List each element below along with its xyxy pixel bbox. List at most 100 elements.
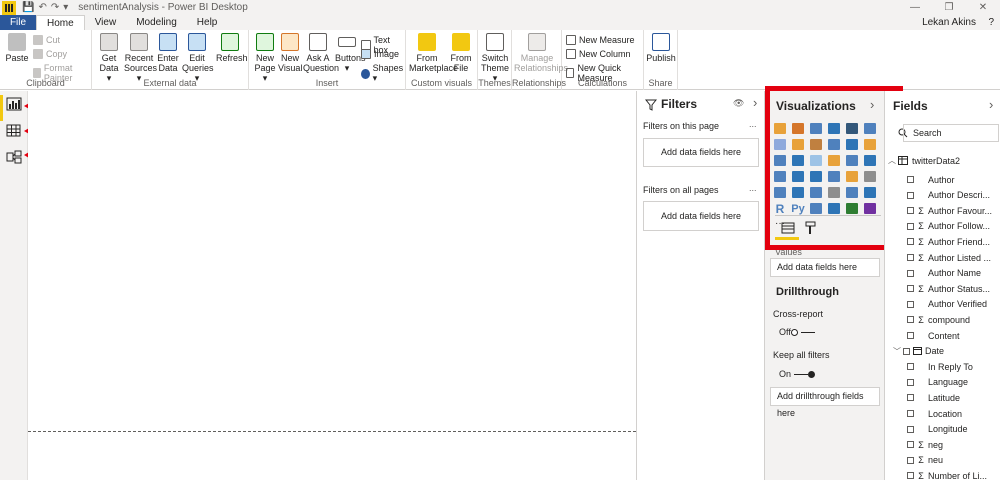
minimize-icon[interactable]: —	[898, 0, 932, 15]
field-item[interactable]: Σ Number of Li...	[907, 468, 987, 480]
field-item[interactable]: Σneg	[907, 437, 943, 452]
field-checkbox[interactable]	[907, 191, 914, 199]
field-checkbox[interactable]	[907, 316, 914, 324]
tab-modeling[interactable]: Modeling	[126, 15, 187, 30]
field-item[interactable]: Σ Author Status...	[907, 281, 990, 296]
field-checkbox[interactable]	[907, 238, 914, 246]
field-checkbox[interactable]	[907, 269, 914, 277]
values-drop-zone[interactable]: Add data fields here	[770, 258, 880, 277]
field-item[interactable]: Author Descri...	[907, 188, 990, 203]
keep-filters-toggle[interactable]: On	[779, 369, 816, 379]
field-checkbox[interactable]	[907, 410, 914, 417]
field-item[interactable]: Σ Author Favour...	[907, 203, 992, 218]
collapse-fields-icon[interactable]: ›	[989, 97, 993, 112]
tab-home[interactable]: Home	[36, 15, 85, 30]
more-options-icon[interactable]: ...	[749, 183, 757, 193]
field-item[interactable]: Σ Author Listed ...	[907, 250, 991, 265]
field-item[interactable]: ﹀ Date	[893, 344, 944, 359]
image-button[interactable]: Image	[361, 49, 399, 59]
data-view-icon[interactable]	[6, 124, 22, 138]
cross-report-label: Cross-report	[773, 309, 824, 319]
paste-button[interactable]: Paste	[5, 33, 29, 63]
field-checkbox[interactable]	[907, 363, 914, 371]
from-marketplace-button[interactable]: From Marketplace	[409, 33, 458, 73]
from-file-button[interactable]: From File	[448, 33, 474, 73]
new-page-button[interactable]: New Page ▾	[253, 33, 277, 83]
field-item[interactable]: Author Name	[907, 266, 981, 281]
new-visual-button[interactable]: New Visual	[278, 33, 302, 73]
field-checkbox[interactable]	[907, 222, 914, 230]
quick-access-more-icon[interactable]: ▾	[63, 2, 68, 13]
ask-question-button[interactable]: Ask A Question	[303, 33, 339, 73]
field-checkbox[interactable]	[907, 285, 914, 293]
drillthrough-heading: Drillthrough	[776, 286, 839, 298]
all-pages-filters-drop-zone[interactable]: Add data fields here	[643, 201, 759, 231]
edit-queries-button[interactable]: Edit Queries ▾	[182, 33, 214, 83]
field-item[interactable]: Σcompound	[907, 312, 970, 327]
report-view-icon[interactable]	[6, 97, 22, 111]
buttons-button[interactable]: Buttons ▾	[335, 33, 366, 73]
page-filters-drop-zone[interactable]: Add data fields here	[643, 138, 759, 167]
refresh-button[interactable]: Refresh	[216, 33, 248, 63]
field-item[interactable]: Author Verified	[907, 297, 987, 312]
field-checkbox[interactable]	[907, 441, 914, 449]
field-checkbox[interactable]	[903, 347, 910, 355]
field-item[interactable]: Language	[907, 375, 968, 390]
share-group: Publish Share	[644, 30, 678, 90]
switch-theme-button[interactable]: Switch Theme ▾	[480, 33, 510, 83]
fields-search-input[interactable]: Search	[903, 124, 999, 142]
field-checkbox[interactable]	[907, 394, 914, 402]
field-checkbox[interactable]	[907, 254, 914, 261]
recent-sources-button[interactable]: Recent Sources ▾	[124, 33, 157, 83]
field-item[interactable]: Σneu	[907, 453, 943, 468]
redo-icon[interactable]: ↷	[51, 2, 59, 13]
publish-button[interactable]: Publish	[646, 33, 676, 63]
field-name: Author Descri...	[928, 190, 991, 201]
report-canvas[interactable]	[28, 91, 636, 480]
user-name[interactable]: Lekan Akins	[922, 15, 976, 30]
get-data-button[interactable]: Get Data ▾	[96, 33, 122, 83]
quick-measure-icon	[566, 68, 575, 78]
field-item[interactable]: Σ Author Follow...	[907, 219, 990, 234]
field-item[interactable]: Longitude	[907, 422, 968, 437]
field-checkbox[interactable]	[907, 456, 914, 464]
paintbrush-icon	[33, 68, 41, 78]
field-item[interactable]: Author	[907, 172, 955, 187]
field-item[interactable]: Content	[907, 328, 960, 343]
cross-report-toggle[interactable]: Off	[779, 327, 815, 337]
toggle-knob	[790, 328, 798, 336]
cut-button[interactable]: Cut	[33, 35, 60, 45]
collapse-filters-icon[interactable]: ›	[753, 95, 757, 110]
field-checkbox[interactable]	[907, 207, 914, 215]
copy-button[interactable]: Copy	[33, 49, 67, 59]
help-icon[interactable]: ?	[988, 15, 994, 30]
field-checkbox[interactable]	[907, 378, 914, 386]
field-checkbox[interactable]	[907, 425, 914, 433]
toggle-track	[794, 373, 809, 375]
drillthrough-drop-zone[interactable]: Add drillthrough fields here	[770, 387, 880, 418]
more-options-icon[interactable]: ...	[749, 119, 757, 129]
tab-view[interactable]: View	[85, 15, 127, 30]
new-column-button[interactable]: New Column	[566, 49, 631, 59]
eye-icon[interactable]: 👁	[733, 98, 744, 109]
model-view-icon[interactable]	[6, 150, 22, 164]
field-checkbox[interactable]	[907, 472, 914, 480]
field-item[interactable]: In Reply To	[907, 359, 973, 374]
field-checkbox[interactable]	[907, 300, 914, 308]
close-icon[interactable]: ✕	[966, 0, 1000, 15]
new-measure-label: New Measure	[579, 35, 635, 45]
field-item[interactable]: Latitude	[907, 390, 960, 405]
field-checkbox[interactable]	[907, 332, 914, 339]
table-node-twitterdata2[interactable]: ︿ twitterData2	[888, 153, 960, 168]
restore-icon[interactable]: ❐	[932, 0, 966, 15]
save-icon[interactable]: 💾	[22, 2, 34, 13]
undo-icon[interactable]: ↶	[38, 2, 46, 13]
new-measure-button[interactable]: New Measure	[566, 35, 635, 45]
enter-data-button[interactable]: Enter Data	[156, 33, 180, 73]
tab-help[interactable]: Help	[187, 15, 228, 30]
tab-file[interactable]: File	[0, 15, 36, 30]
manage-relationships-button[interactable]: Manage Relationships	[514, 33, 568, 73]
field-checkbox[interactable]	[907, 176, 914, 183]
field-item[interactable]: Location	[907, 406, 962, 421]
field-item[interactable]: Σ Author Friend...	[907, 234, 990, 249]
